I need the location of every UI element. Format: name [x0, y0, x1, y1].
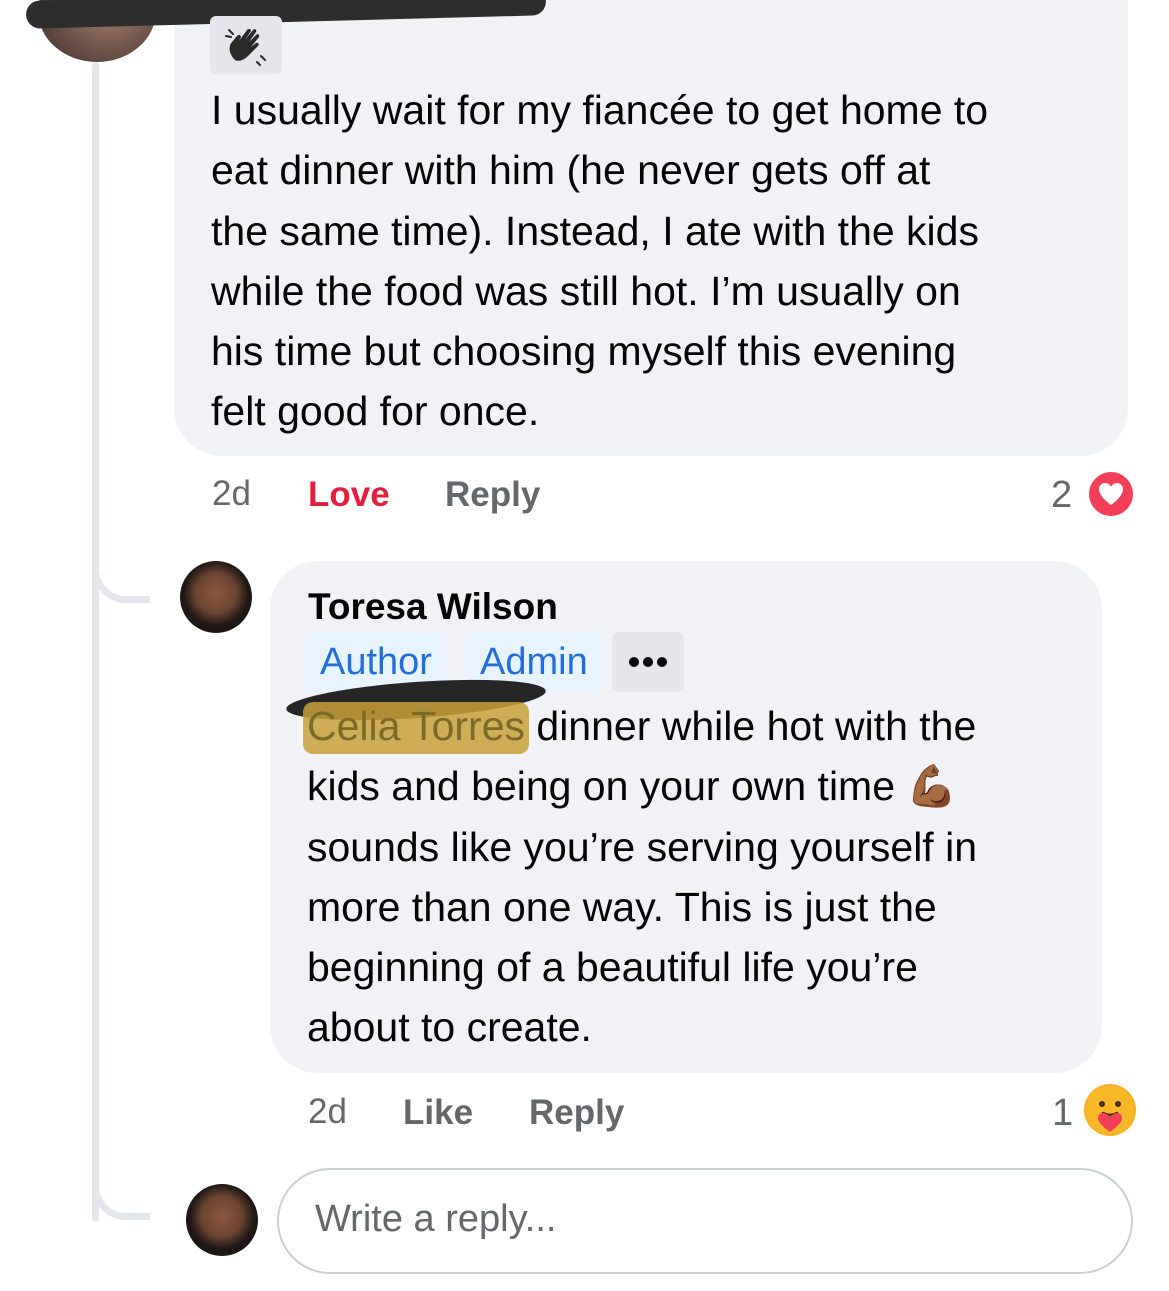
comment-line-text: dinner while hot with the	[525, 703, 977, 749]
comment-text: Celia Torres dinner while hot with the k…	[303, 696, 1087, 1058]
care-reaction-icon[interactable]	[1084, 1084, 1136, 1136]
comment-author-name[interactable]: Toresa Wilson	[308, 586, 558, 628]
like-button[interactable]: Like	[403, 1093, 473, 1133]
avatar[interactable]	[180, 561, 252, 633]
comment-text: I usually wait for my fiancée to get hom…	[211, 80, 1121, 442]
thread-branch-composer	[92, 1180, 150, 1220]
comment-line: felt good for once.	[211, 388, 540, 435]
reply-button[interactable]: Reply	[529, 1093, 624, 1133]
comment-line: sounds like you’re serving yourself in	[307, 823, 977, 870]
comment-line: eat dinner with him (he never gets off a…	[211, 147, 931, 194]
reaction-count[interactable]: 2	[1051, 474, 1072, 517]
waving-hand-icon	[210, 16, 282, 74]
more-options-icon[interactable]	[612, 632, 684, 692]
comment-line: his time but choosing myself this evenin…	[211, 328, 957, 375]
thread-branch-reply	[92, 563, 150, 603]
love-button[interactable]: Love	[308, 475, 390, 515]
thread-connector-line	[92, 62, 99, 1222]
comment-line: about to create.	[307, 1004, 592, 1051]
comment-timestamp[interactable]: 2d	[212, 474, 251, 514]
comment-line: Celia Torres dinner while hot with the	[303, 696, 1087, 756]
reply-input[interactable]: Write a reply...	[277, 1168, 1133, 1274]
comment-timestamp[interactable]: 2d	[308, 1092, 347, 1132]
comment-line: while the food was still hot. I’m usuall…	[211, 267, 961, 314]
tagged-name[interactable]: Celia Torres	[303, 696, 529, 756]
comment-line-text: kids and being on your own time	[307, 763, 896, 810]
comment-line: I usually wait for my fiancée to get hom…	[211, 87, 989, 133]
avatar	[186, 1184, 258, 1256]
reply-button[interactable]: Reply	[445, 475, 540, 515]
tagged-name-text: Celia Torres	[307, 703, 525, 749]
flexed-biceps-icon: 💪🏾	[906, 763, 958, 810]
comment-line: the same time). Instead, I ate with the …	[211, 207, 979, 254]
reaction-count[interactable]: 1	[1052, 1092, 1073, 1135]
comment-line: beginning of a beautiful life you’re	[307, 944, 918, 991]
love-reaction-icon[interactable]	[1086, 469, 1136, 519]
reply-input-placeholder: Write a reply...	[315, 1198, 557, 1240]
comment-line: kids and being on your own time 💪🏾	[307, 756, 1087, 816]
comment-line: more than one way. This is just the	[307, 883, 937, 930]
